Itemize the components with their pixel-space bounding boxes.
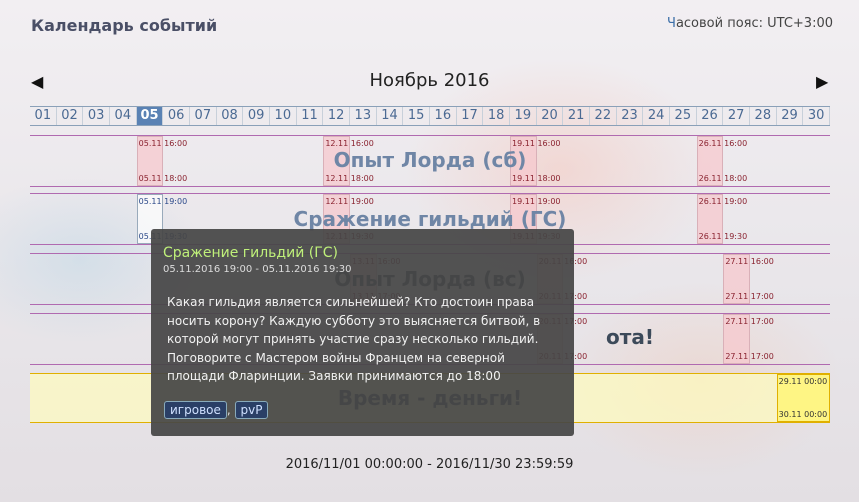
day-20[interactable]: 20: [537, 107, 564, 125]
day-25[interactable]: 25: [670, 107, 697, 125]
event-start-time: 19.11 16:00: [512, 139, 561, 148]
event-start-time: 12.11 19:00: [325, 197, 374, 206]
event-end-time: 27.11 17:00: [725, 352, 774, 361]
event-start-time: 05.11 16:00: [138, 139, 188, 148]
day-18[interactable]: 18: [483, 107, 510, 125]
date-range: 2016/11/01 00:00:00 - 2016/11/30 23:59:5…: [285, 457, 574, 472]
page-title: Календарь событий: [31, 16, 218, 35]
day-10[interactable]: 10: [270, 107, 297, 125]
day-01[interactable]: 01: [30, 107, 57, 125]
day-06[interactable]: 06: [163, 107, 190, 125]
event-start-time: 27.11 16:00: [725, 257, 774, 266]
day-17[interactable]: 17: [457, 107, 484, 125]
event-start-time: 19.11 19:00: [512, 197, 561, 206]
event-end-time: 05.11 18:00: [138, 174, 188, 183]
next-month-icon[interactable]: ▶: [816, 72, 828, 91]
day-12[interactable]: 12: [323, 107, 350, 125]
day-09[interactable]: 09: [243, 107, 270, 125]
event-end-time: 19.11 18:00: [512, 174, 561, 183]
day-24[interactable]: 24: [643, 107, 670, 125]
tooltip-tags: игровое, pvP: [164, 401, 269, 419]
day-27[interactable]: 27: [723, 107, 750, 125]
day-23[interactable]: 23: [617, 107, 644, 125]
event-start-time: 12.11 16:00: [325, 139, 374, 148]
event-end-time: 26.11 19:30: [698, 232, 748, 241]
event-end-time: 27.11 17:00: [725, 292, 774, 301]
event-row-title[interactable]: Сражение гильдий (ГС): [30, 207, 830, 231]
day-08[interactable]: 08: [217, 107, 244, 125]
timezone-label: Часовой пояс: UTC+3:00: [667, 16, 833, 31]
day-15[interactable]: 15: [403, 107, 430, 125]
day-02[interactable]: 02: [57, 107, 84, 125]
day-03[interactable]: 03: [83, 107, 110, 125]
day-11[interactable]: 11: [297, 107, 324, 125]
tooltip-description: Какая гильдия является сильнейшей? Кто д…: [167, 295, 541, 383]
event-end-time: 12.11 18:00: [325, 174, 374, 183]
day-14[interactable]: 14: [377, 107, 404, 125]
tag-link[interactable]: игровое: [164, 401, 227, 419]
day-28[interactable]: 28: [750, 107, 777, 125]
day-header-row: 01 02 03 04 05 06 07 08 09 10 11 12 13 14 15 16 17 18 19 20…: [30, 106, 830, 126]
tag-link[interactable]: pvP: [234, 401, 269, 419]
tooltip-title: Сражение гильдий (ГС): [163, 245, 338, 261]
month-title: Ноябрь 2016: [369, 70, 490, 91]
event-tooltip: Сражение гильдий (ГС) 05.11.2016 19:00 -…: [151, 229, 574, 436]
event-start-time: 05.11 19:00: [138, 197, 188, 206]
event-start-time: 29.11 00:00: [778, 377, 828, 386]
tooltip-time: 05.11.2016 19:00 - 05.11.2016 19:30: [163, 264, 352, 275]
day-05[interactable]: 05: [136, 107, 164, 125]
day-21[interactable]: 21: [563, 107, 590, 125]
day-13[interactable]: 13: [350, 107, 377, 125]
day-04[interactable]: 04: [110, 107, 137, 125]
day-30[interactable]: 30: [803, 107, 830, 125]
day-19[interactable]: 19: [510, 107, 537, 125]
event-end-time: 30.11 00:00: [778, 410, 828, 419]
day-07[interactable]: 07: [190, 107, 217, 125]
day-26[interactable]: 26: [697, 107, 724, 125]
tag-separator: ,: [226, 403, 231, 417]
event-row-title[interactable]: Опыт Лорда (сб): [30, 148, 830, 172]
day-16[interactable]: 16: [430, 107, 457, 125]
day-22[interactable]: 22: [590, 107, 617, 125]
event-start-time: 26.11 19:00: [698, 197, 748, 206]
day-29[interactable]: 29: [777, 107, 804, 125]
event-end-time: 26.11 18:00: [698, 174, 748, 183]
event-start-time: 26.11 16:00: [698, 139, 748, 148]
